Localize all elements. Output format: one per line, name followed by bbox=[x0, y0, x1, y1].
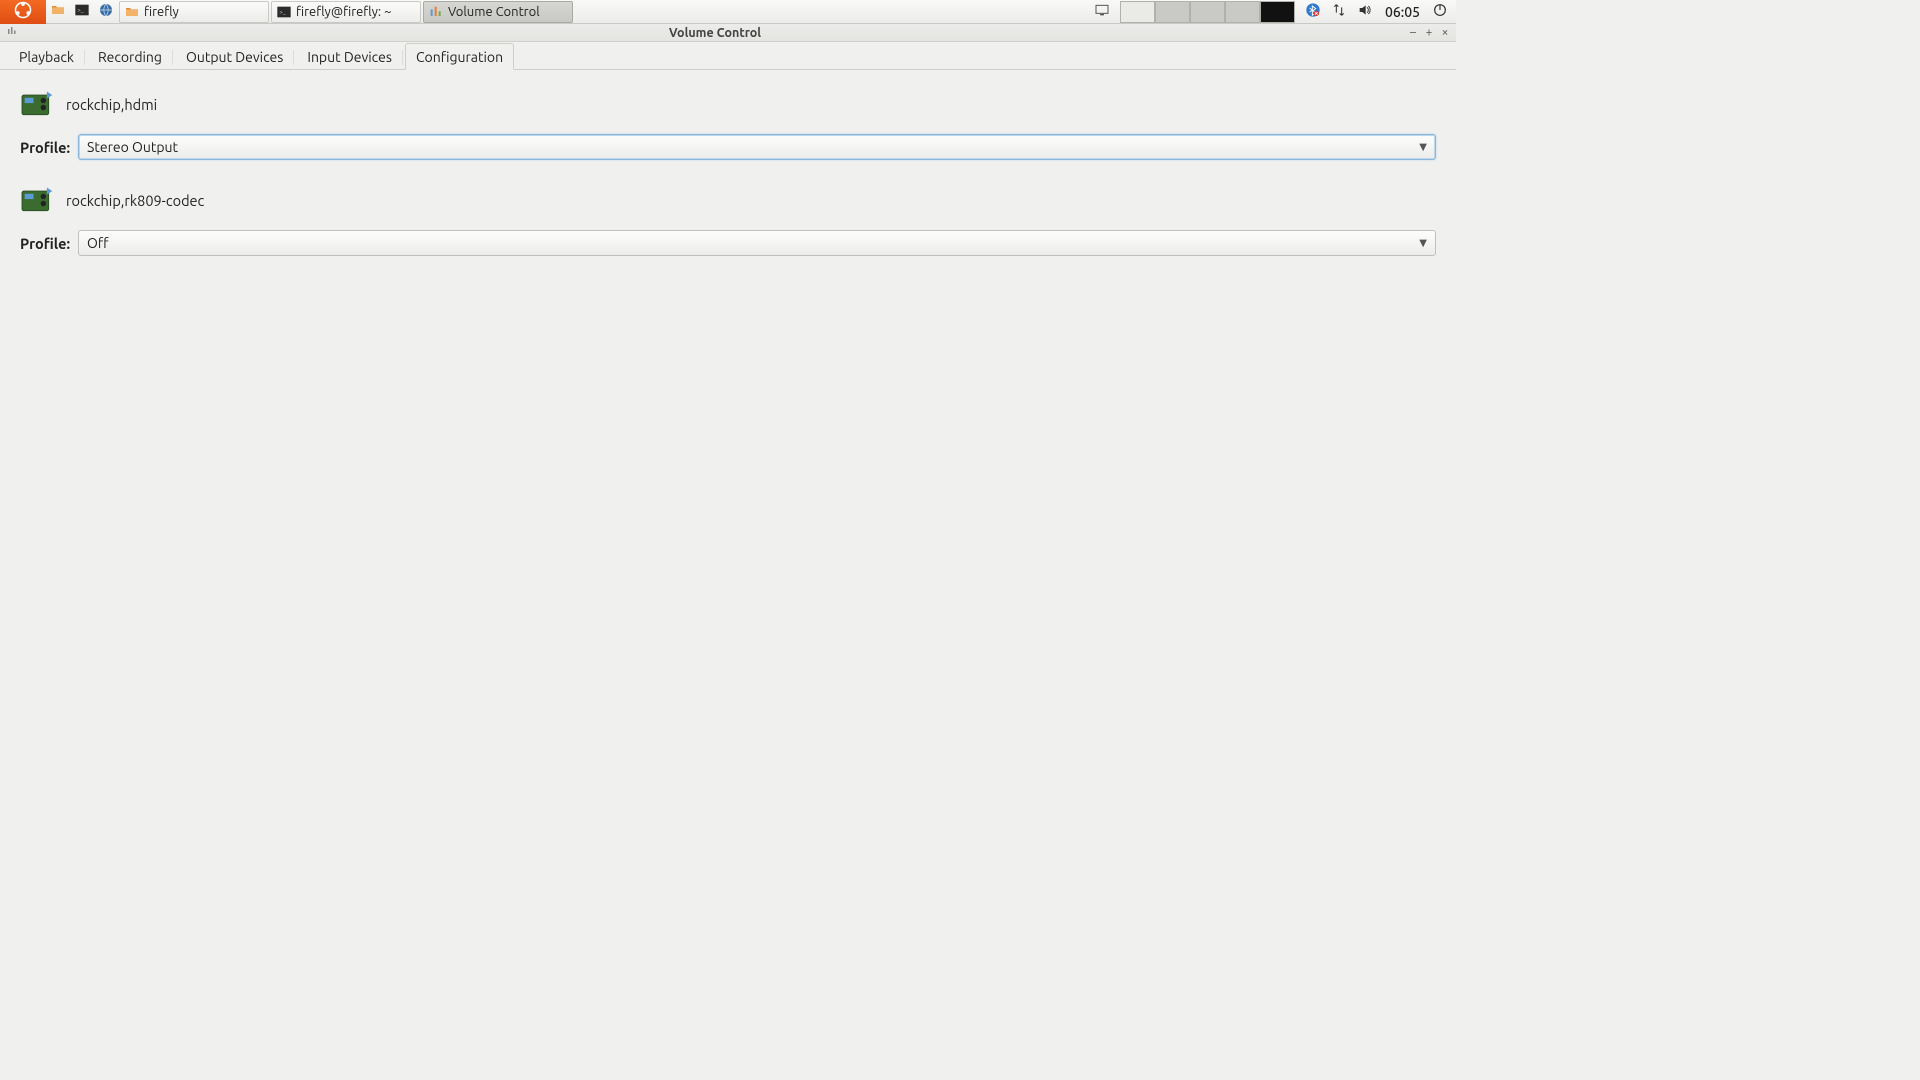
network-updown-icon bbox=[1331, 2, 1347, 21]
tab-configuration[interactable]: Configuration bbox=[405, 43, 514, 70]
pager-workspace-5[interactable] bbox=[1260, 1, 1295, 23]
taskbar-left: >_ bbox=[0, 0, 118, 23]
device-block: rockchip,rk809-codec Profile: Off ▼ bbox=[20, 184, 1436, 256]
window-title: Volume Control bbox=[24, 26, 1406, 40]
tab-playback[interactable]: Playback bbox=[8, 43, 85, 69]
profile-row: Profile: Stereo Output ▼ bbox=[20, 134, 1436, 160]
device-name: rockchip,hdmi bbox=[66, 96, 157, 113]
taskbar-right: 06:05 bbox=[1092, 0, 1456, 23]
maximize-icon: + bbox=[1426, 26, 1433, 39]
minimize-icon: – bbox=[1410, 26, 1416, 39]
app-icon bbox=[6, 25, 18, 40]
file-manager-launcher[interactable] bbox=[46, 0, 70, 24]
profile-select-value: Off bbox=[87, 235, 109, 251]
pager-workspace-3[interactable] bbox=[1190, 1, 1225, 23]
taskbar-item-volume-control[interactable]: Volume Control bbox=[423, 1, 573, 23]
sound-card-icon bbox=[20, 88, 56, 120]
device-header: rockchip,hdmi bbox=[20, 88, 1436, 120]
launcher-icons: >_ bbox=[46, 0, 118, 24]
terminal-icon: >_ bbox=[276, 4, 292, 20]
tabbar: Playback Recording Output Devices Input … bbox=[0, 42, 1456, 70]
tab-label: Recording bbox=[98, 49, 162, 65]
taskbar-item-label: firefly@firefly: ~ bbox=[296, 5, 391, 19]
display-applet[interactable] bbox=[1092, 2, 1112, 22]
bluetooth-icon bbox=[1305, 2, 1321, 21]
folder-icon bbox=[50, 2, 66, 21]
close-icon: × bbox=[1442, 26, 1449, 39]
tab-recording[interactable]: Recording bbox=[87, 43, 173, 69]
taskbar-item-label: Volume Control bbox=[448, 5, 540, 19]
device-block: rockchip,hdmi Profile: Stereo Output ▼ bbox=[20, 88, 1436, 160]
window-controls: – + × bbox=[1406, 26, 1456, 40]
profile-select[interactable]: Off ▼ bbox=[78, 230, 1436, 256]
window-menu-button[interactable] bbox=[0, 25, 24, 40]
window-close-button[interactable]: × bbox=[1438, 26, 1452, 40]
session-applet[interactable] bbox=[1430, 2, 1450, 22]
folder-icon bbox=[124, 4, 140, 20]
pager-workspace-2[interactable] bbox=[1155, 1, 1190, 23]
taskbar-item-file-manager[interactable]: firefly bbox=[119, 1, 269, 23]
device-header: rockchip,rk809-codec bbox=[20, 184, 1436, 216]
taskbar: >_ firefly >_ firefly@firefly: bbox=[0, 0, 1456, 24]
volume-mixer-icon bbox=[428, 4, 444, 20]
chevron-down-icon: ▼ bbox=[1419, 141, 1427, 153]
web-browser-launcher[interactable] bbox=[94, 0, 118, 24]
taskbar-window-list: firefly >_ firefly@firefly: ~ Volume Con… bbox=[118, 0, 1092, 23]
profile-select-value: Stereo Output bbox=[87, 139, 178, 155]
terminal-icon: >_ bbox=[74, 2, 90, 21]
pager-workspace-1[interactable] bbox=[1120, 1, 1155, 23]
globe-icon bbox=[98, 2, 114, 21]
clock[interactable]: 06:05 bbox=[1381, 4, 1424, 20]
workspace-pager[interactable] bbox=[1120, 1, 1295, 23]
ubuntu-logo-icon bbox=[14, 1, 32, 22]
tab-input-devices[interactable]: Input Devices bbox=[296, 43, 403, 69]
tab-label: Output Devices bbox=[186, 49, 283, 65]
pager-workspace-4[interactable] bbox=[1225, 1, 1260, 23]
profile-select[interactable]: Stereo Output ▼ bbox=[78, 134, 1436, 160]
taskbar-item-label: firefly bbox=[144, 5, 179, 19]
taskbar-item-terminal[interactable]: >_ firefly@firefly: ~ bbox=[271, 1, 421, 23]
profile-row: Profile: Off ▼ bbox=[20, 230, 1436, 256]
svg-text:>_: >_ bbox=[279, 9, 285, 16]
configuration-pane: rockchip,hdmi Profile: Stereo Output ▼ r… bbox=[0, 70, 1456, 298]
profile-label: Profile: bbox=[20, 139, 70, 156]
window-minimize-button[interactable]: – bbox=[1406, 26, 1420, 40]
device-name: rockchip,rk809-codec bbox=[66, 192, 204, 209]
profile-label: Profile: bbox=[20, 235, 70, 252]
bluetooth-applet[interactable] bbox=[1303, 2, 1323, 22]
svg-text:>_: >_ bbox=[77, 7, 83, 14]
window-titlebar[interactable]: Volume Control – + × bbox=[0, 24, 1456, 42]
start-menu-button[interactable] bbox=[0, 0, 46, 24]
sound-card-icon bbox=[20, 184, 56, 216]
terminal-launcher[interactable]: >_ bbox=[70, 0, 94, 24]
tab-label: Configuration bbox=[416, 49, 503, 65]
speaker-icon bbox=[1357, 2, 1373, 21]
network-applet[interactable] bbox=[1329, 2, 1349, 22]
tab-output-devices[interactable]: Output Devices bbox=[175, 43, 294, 69]
display-icon bbox=[1094, 2, 1110, 21]
tab-label: Playback bbox=[19, 49, 74, 65]
sound-applet[interactable] bbox=[1355, 2, 1375, 22]
tab-label: Input Devices bbox=[307, 49, 392, 65]
chevron-down-icon: ▼ bbox=[1419, 237, 1427, 249]
window-maximize-button[interactable]: + bbox=[1422, 26, 1436, 40]
power-icon bbox=[1432, 2, 1448, 21]
